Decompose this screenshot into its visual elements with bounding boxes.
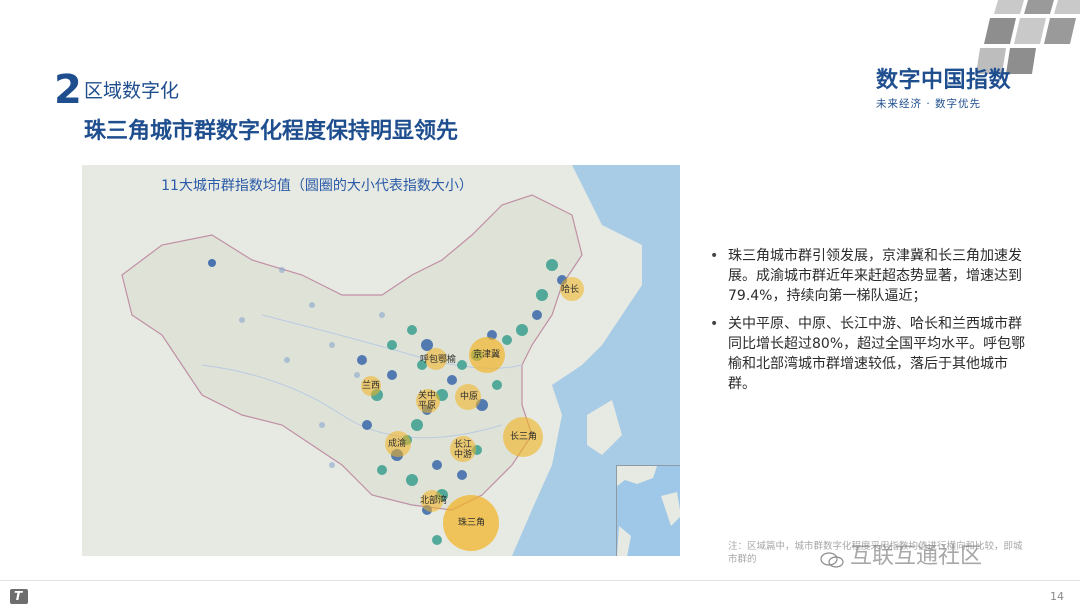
bullet-text: 珠三角城市群引领发展，京津冀和长三角加速发展。成渝城市群近年来赶超态势显著，增速… xyxy=(728,248,1022,304)
label-zhusanjiao: 珠三角 xyxy=(458,518,486,528)
brand-subtitle: 未来经济 · 数字优先 xyxy=(876,98,982,110)
brand-title: 数字中国指数 xyxy=(876,68,1012,93)
south-china-sea-inset xyxy=(616,465,680,556)
bullet-text: 关中平原、中原、长江中游、哈长和兰西城市群同比增长超过80%，超过全国平均水平。… xyxy=(728,316,1026,392)
bullet-icon: • xyxy=(710,316,719,332)
watermark-text: 互联互通社区 xyxy=(850,544,983,569)
label-hubao: 呼包鄂榆 xyxy=(420,355,457,365)
map-canvas xyxy=(121,165,680,556)
brand-logo-graphic xyxy=(976,0,1080,74)
label-harbin: 哈长 xyxy=(561,285,580,295)
brand-block: 数字中国指数 未来经济 · 数字优先 xyxy=(876,68,1026,111)
label-chengyu: 成渝 xyxy=(388,439,407,449)
label-zhongyuan: 中原 xyxy=(460,392,479,402)
label-lanxi: 兰西 xyxy=(362,381,381,391)
bullet-item: • 关中平原、中原、长江中游、哈长和兰西城市群同比增长超过80%，超过全国平均水… xyxy=(710,314,1030,394)
label-changjiang: 长三角 xyxy=(510,432,538,442)
bullet-item: • 珠三角城市群引领发展，京津冀和长三角加速发展。成渝城市群近年来赶超态势显著，… xyxy=(710,246,1030,306)
bullet-list: • 珠三角城市群引领发展，京津冀和长三角加速发展。成渝城市群近年来赶超态势显著，… xyxy=(710,246,1030,402)
label-jingjinji: 京津冀 xyxy=(473,350,501,360)
wechat-icon xyxy=(820,552,844,568)
map-title: 11大城市群指数均值（圆圈的大小代表指数大小） xyxy=(161,178,473,194)
inset-map xyxy=(617,466,680,556)
label-zhongyou: 长江中游 xyxy=(454,440,473,460)
label-beibuwan: 北部湾 xyxy=(420,496,448,506)
china-outline xyxy=(121,194,583,511)
footer-divider xyxy=(0,580,1080,581)
page-number: 14 xyxy=(1050,590,1064,603)
china-map-figure: 11大城市群指数均值（圆圈的大小代表指数大小） 哈长 京津冀 呼包鄂榆 兰西 关… xyxy=(82,165,680,556)
footer-logo-letter: T xyxy=(14,589,23,603)
section-number: 2 xyxy=(54,67,82,113)
bullet-icon: • xyxy=(710,248,719,264)
footer-logo-icon: T xyxy=(10,589,28,604)
slide-headline: 珠三角城市群数字化程度保持明显领先 xyxy=(84,119,459,144)
section-label: 区域数字化 xyxy=(84,80,180,102)
label-guanzhong: 关中平原 xyxy=(418,391,437,411)
